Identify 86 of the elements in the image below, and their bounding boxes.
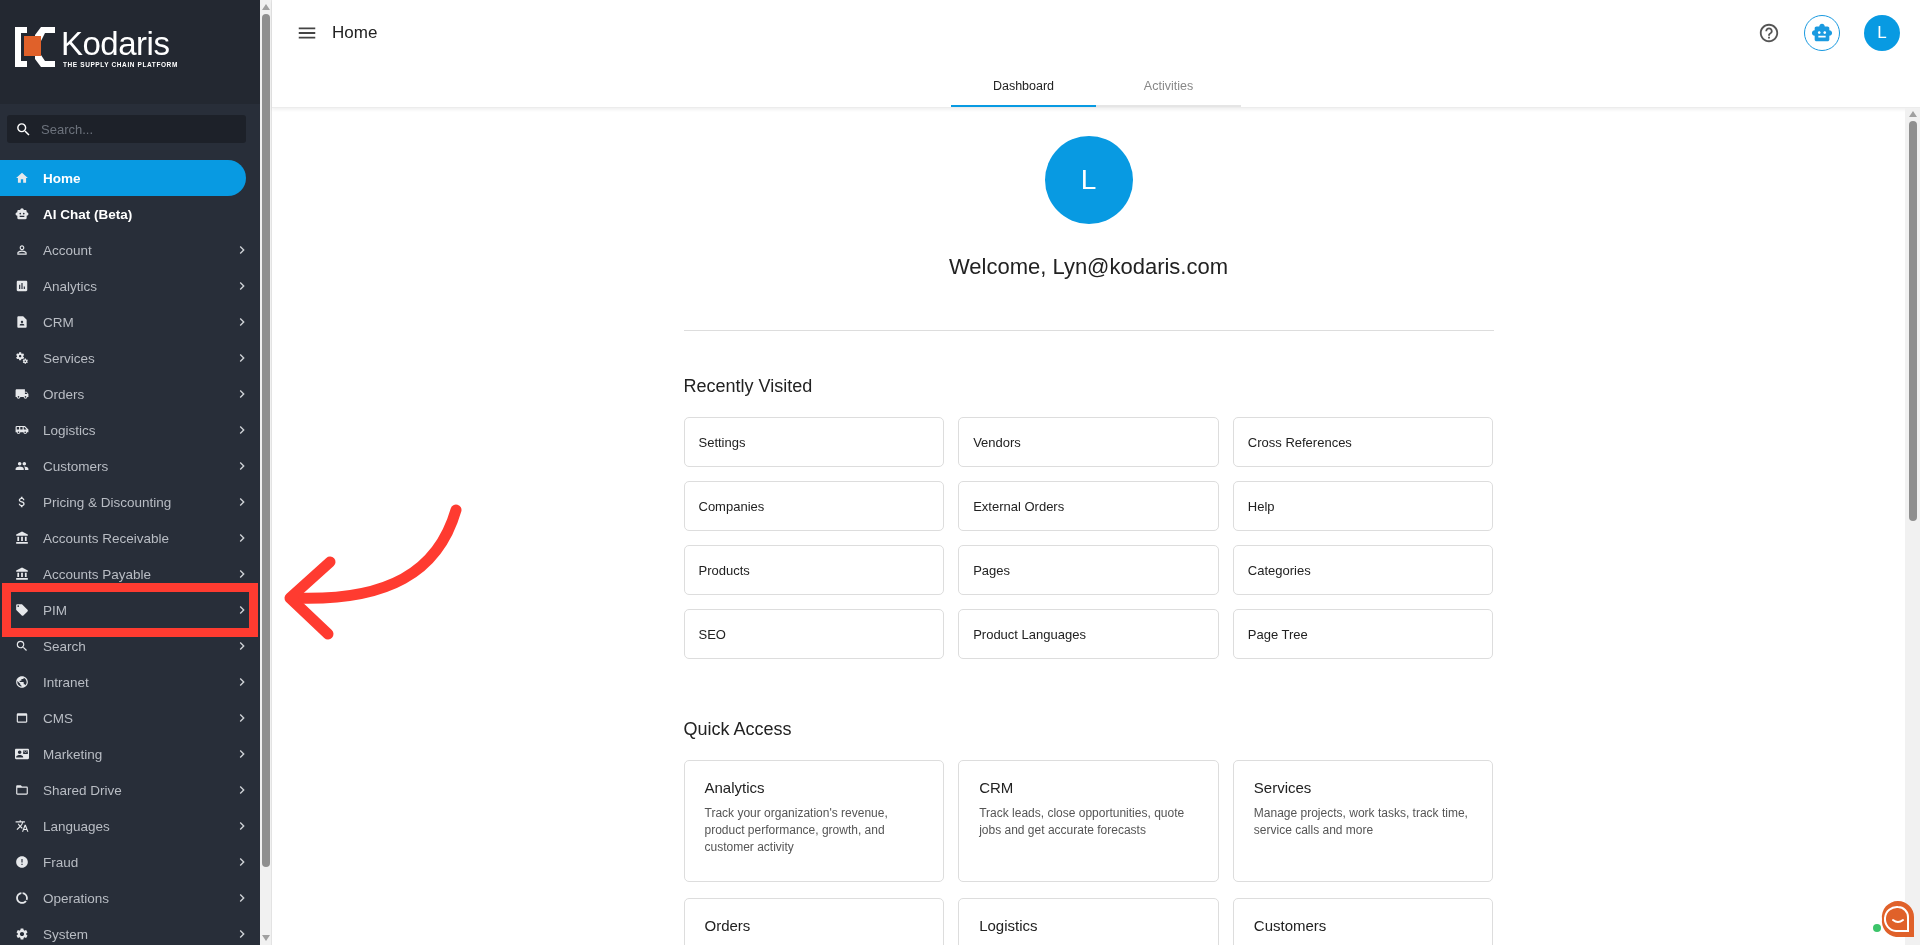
recent-link[interactable]: External Orders	[958, 481, 1219, 531]
card-title: Analytics	[704, 779, 766, 796]
quick-access-card[interactable]: Analytics Track your organization's revenue, product performance, growth, and customer activity	[683, 760, 945, 882]
bank-icon	[15, 531, 29, 545]
robot-icon	[1811, 22, 1833, 44]
recent-link[interactable]: Settings	[683, 417, 945, 467]
sidebar-item[interactable]: System	[0, 916, 260, 945]
sidebar-item[interactable]: CMS	[0, 700, 260, 736]
gears-icon	[15, 351, 29, 365]
sidebar-item[interactable]: Customers	[0, 448, 260, 484]
id-card-icon	[15, 747, 29, 761]
card-description: Track your organization's revenue, product performance, growth, and customer activity	[704, 805, 889, 856]
translate-icon	[15, 819, 29, 833]
card-title: Customers	[1253, 917, 1328, 934]
recent-link[interactable]: Help	[1232, 481, 1494, 531]
recent-link[interactable]: SEO	[683, 609, 945, 659]
person-icon	[15, 243, 29, 257]
sidebar-item[interactable]: Analytics	[0, 268, 260, 304]
sidebar-item[interactable]: Fraud	[0, 844, 260, 880]
bank-icon	[15, 567, 29, 581]
card-description: Manage projects, work tasks, track time, service calls and more	[1253, 805, 1469, 839]
search-field[interactable]: Search...	[7, 115, 246, 143]
sidebar-item[interactable]: Orders	[0, 376, 260, 412]
quick-access-card[interactable]: Customers	[1232, 898, 1494, 945]
card-title: Logistics	[979, 917, 1039, 934]
quick-access-card[interactable]: CRM Track leads, close opportunities, quote jobs and get accurate forecasts	[958, 760, 1219, 882]
card-description: Track leads, close opportunities, quote jobs and get accurate forecasts	[979, 805, 1186, 839]
welcome-text: Welcome, Lyn@kodaris.com	[948, 254, 1229, 280]
globe-icon	[15, 675, 29, 689]
card-title: CRM	[979, 779, 1015, 796]
van-icon	[15, 423, 29, 437]
recent-link[interactable]: Vendors	[958, 417, 1219, 467]
sidebar-item[interactable]: CRM	[0, 304, 260, 340]
sidebar-item[interactable]: Pricing & Discounting	[0, 484, 260, 520]
robot-icon	[15, 207, 29, 221]
sidebar-item[interactable]: Marketing	[0, 736, 260, 772]
logo-icon	[15, 27, 55, 67]
sidebar-item[interactable]: Languages	[0, 808, 260, 844]
help-button[interactable]	[1758, 22, 1780, 44]
recent-link[interactable]: Pages	[958, 545, 1219, 595]
recent-link[interactable]: Companies	[683, 481, 945, 531]
recent-link[interactable]: Page Tree	[1232, 609, 1494, 659]
search-icon	[15, 639, 29, 653]
alert-icon	[15, 855, 29, 869]
sidebar-item[interactable]: Intranet	[0, 664, 260, 700]
section-title: Recently Visited	[683, 376, 814, 397]
settings-icon	[15, 927, 29, 941]
contact-card-icon	[15, 315, 29, 329]
recent-link[interactable]: Cross References	[1232, 417, 1494, 467]
sidebar-item[interactable]: Services	[0, 340, 260, 376]
card-title: Services	[1253, 779, 1313, 796]
bar-chart-icon	[15, 279, 29, 293]
sidebar-item[interactable]: Logistics	[0, 412, 260, 448]
avatar: L	[1044, 136, 1133, 224]
quick-access-card[interactable]: Services Manage projects, work tasks, track time, service calls and more	[1232, 760, 1494, 882]
sidebar-item[interactable]: Accounts Receivable	[0, 520, 260, 556]
sidebar-item[interactable]: Search	[0, 628, 260, 664]
section-title: Quick Access	[683, 719, 793, 740]
sidebar-item[interactable]: AI Chat (Beta)	[0, 196, 260, 232]
pie-chart-icon	[15, 891, 29, 905]
people-icon	[15, 459, 29, 473]
page-title: Home	[332, 23, 379, 43]
sidebar-item[interactable]: Account	[0, 232, 260, 268]
tab[interactable]: Dashboard	[951, 66, 1096, 107]
help-icon	[1758, 22, 1780, 44]
sidebar-item[interactable]: PIM	[0, 592, 260, 628]
scrollbar[interactable]	[1905, 108, 1920, 945]
search-icon	[15, 121, 32, 138]
folder-icon	[15, 783, 29, 797]
window-icon	[15, 711, 29, 725]
recent-link[interactable]: Product Languages	[958, 609, 1219, 659]
sidebar-item[interactable]: Accounts Payable	[0, 556, 260, 592]
quick-access-card[interactable]: Logistics	[958, 898, 1219, 945]
tag-icon	[15, 603, 29, 617]
sidebar-item[interactable]: Shared Drive	[0, 772, 260, 808]
truck-icon	[15, 387, 29, 401]
card-title: Orders	[704, 917, 752, 934]
logo-name: Kodaris	[61, 26, 171, 61]
scrollbar[interactable]	[260, 0, 272, 945]
sidebar-item[interactable]: Operations	[0, 880, 260, 916]
quick-access-card[interactable]: Orders	[683, 898, 945, 945]
robot-button[interactable]	[1804, 15, 1840, 51]
recent-link[interactable]: Products	[683, 545, 945, 595]
recent-link[interactable]: Categories	[1232, 545, 1494, 595]
home-icon	[15, 171, 29, 185]
tab[interactable]: Activities	[1096, 66, 1241, 107]
